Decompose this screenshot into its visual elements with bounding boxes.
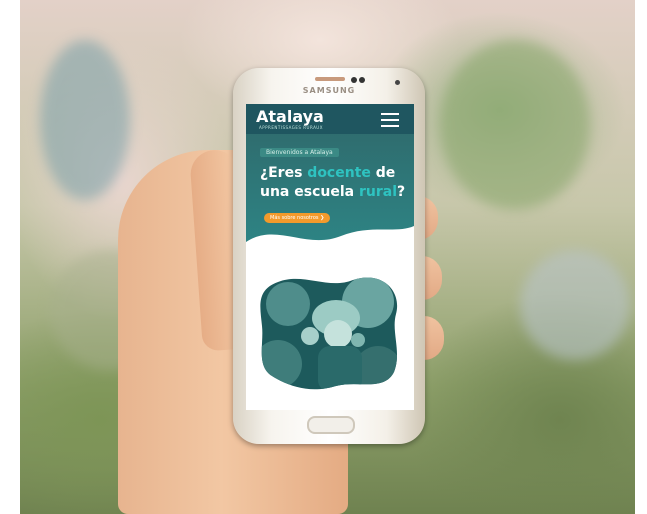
welcome-badge: Bienvenidos a Atalaya [260, 148, 339, 157]
app-logo-subtitle: APPRENTISSAGES RURAUX [259, 125, 323, 130]
phone-screen[interactable]: Atalaya APPRENTISSAGES RURAUX Bienvenido… [246, 104, 414, 410]
speaker-grille [315, 77, 345, 81]
bokeh-blob [440, 40, 590, 210]
hamburger-menu-icon[interactable] [381, 113, 399, 127]
sensor-icon [359, 77, 365, 83]
bokeh-blob [40, 40, 130, 200]
about-us-button[interactable]: Más sobre nosotros ❯ [264, 213, 331, 223]
hero-image [260, 277, 398, 390]
bokeh-blob [520, 250, 630, 360]
smartphone: SAMSUNG Atalaya APPRENTISSAGES RURAUX Bi… [233, 68, 425, 444]
app-logo[interactable]: Atalaya [256, 107, 324, 126]
home-button[interactable] [307, 416, 355, 434]
proximity-sensor [395, 80, 400, 85]
wave-divider [246, 226, 414, 276]
phone-brand: SAMSUNG [302, 86, 356, 95]
camera-icon [351, 77, 357, 83]
app-header: Atalaya APPRENTISSAGES RURAUX [246, 104, 414, 134]
hero-headline: ¿Eres docente de una escuela rural? [260, 165, 406, 200]
